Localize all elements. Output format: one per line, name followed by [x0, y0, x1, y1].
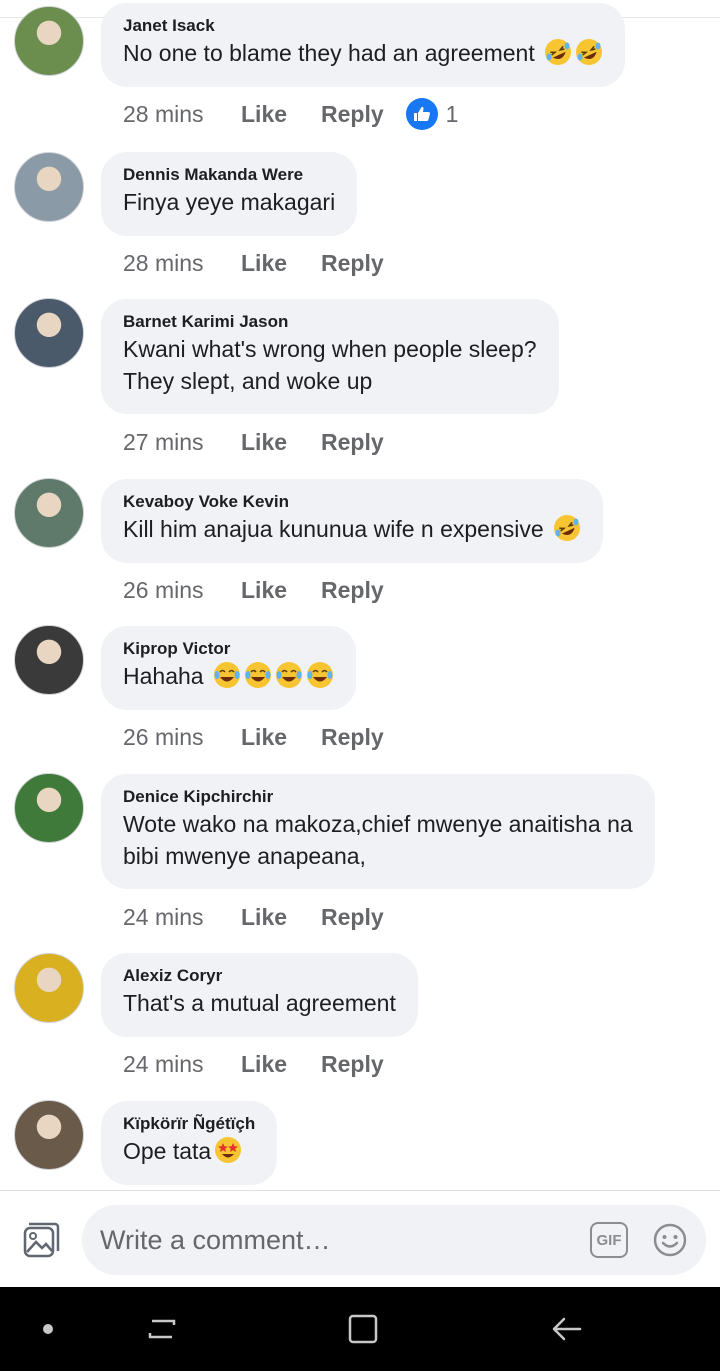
avatar[interactable]	[14, 1100, 84, 1170]
comment-composer: GIF	[0, 1190, 720, 1287]
comment-text-line: They slept, and woke up	[123, 368, 373, 394]
comment-author[interactable]: Janet Isack	[123, 15, 603, 37]
comment-text-line: Wote wako na makoza,chief mwenye anaitis…	[123, 811, 633, 837]
comment-actions: 24 mins Like Reply	[123, 1049, 418, 1079]
joy-emoji-icon	[213, 661, 241, 689]
rofl-emoji-icon	[575, 38, 603, 66]
comment-bubble[interactable]: Kïpkörïr Ñgétïçh Ope tata	[101, 1101, 278, 1185]
avatar[interactable]	[14, 953, 84, 1023]
comment-text: Finya yeye makagari	[123, 186, 335, 218]
rofl-emoji-icon	[553, 514, 581, 542]
avatar[interactable]	[14, 298, 84, 368]
comment-actions: 26 mins Like Reply	[123, 722, 418, 752]
comment-timestamp[interactable]: 26 mins	[123, 577, 241, 604]
like-button[interactable]: Like	[241, 904, 287, 931]
reply-button[interactable]: Reply	[321, 724, 384, 751]
like-button[interactable]: Like	[241, 429, 287, 456]
comment-author[interactable]: Kïpkörïr Ñgétïçh	[123, 1113, 255, 1135]
reply-button[interactable]: Reply	[321, 904, 384, 931]
star-struck-emoji-icon	[214, 1136, 242, 1164]
comment-text: Wote wako na makoza,chief mwenye anaitis…	[123, 808, 633, 840]
thumbs-up-icon	[405, 98, 438, 130]
comment-author[interactable]: Kiprop Victor	[123, 638, 334, 660]
comment-timestamp[interactable]: 28 mins	[123, 250, 241, 277]
reply-button[interactable]: Reply	[321, 1051, 384, 1078]
comment-text-line: bibi mwenye anapeana,	[123, 843, 366, 869]
comment-author[interactable]: Barnet Karimi Jason	[123, 311, 537, 333]
comment-bubble[interactable]: Dennis Makanda Were Finya yeye makagari	[101, 152, 358, 236]
joy-emoji-icon	[275, 661, 303, 689]
comment-text: Kill him anajua kununua wife n expensive	[123, 513, 581, 545]
recent-apps-icon[interactable]	[144, 1311, 180, 1347]
comment-text: Hahaha	[123, 660, 334, 692]
like-button[interactable]: Like	[241, 1051, 287, 1078]
comment-text-line: Kill him anajua kununua wife n expensive	[123, 516, 544, 542]
comment-actions: 28 mins Like Reply	[123, 248, 418, 278]
comment-text: bibi mwenye anapeana,	[123, 840, 633, 872]
comment-bubble[interactable]: Barnet Karimi Jason Kwani what's wrong wh…	[101, 299, 559, 414]
comment-author[interactable]: Denice Kipchirchir	[123, 786, 633, 808]
home-icon[interactable]	[345, 1311, 381, 1347]
comment-text-line: Finya yeye makagari	[123, 189, 336, 215]
comment-actions: 27 mins Like Reply	[123, 427, 418, 457]
comment-bubble[interactable]: Denice Kipchirchir Wote wako na makoza,ch…	[101, 774, 655, 889]
comment-bubble[interactable]: Alexiz Coryr That's a mutual agreement	[101, 953, 418, 1037]
comment-actions: 24 mins Like Reply	[123, 902, 418, 932]
reply-button[interactable]: Reply	[321, 429, 384, 456]
dot-icon[interactable]	[30, 1311, 66, 1347]
like-button[interactable]: Like	[241, 101, 287, 128]
like-button[interactable]: Like	[241, 250, 287, 277]
comment-text: That's a mutual agreement	[123, 987, 396, 1019]
avatar[interactable]	[14, 478, 84, 548]
reaction-summary[interactable]: 1	[405, 98, 459, 130]
comment-actions: 28 mins Like Reply 1	[123, 98, 459, 130]
comment-input[interactable]	[100, 1205, 580, 1275]
comment-bubble[interactable]: Janet Isack No one to blame they had an a…	[101, 3, 626, 87]
comment-input-container: GIF	[82, 1205, 706, 1275]
comment-text-line: That's a mutual agreement	[123, 990, 396, 1016]
comment-bubble[interactable]: Kiprop Victor Hahaha	[101, 626, 356, 710]
comment-timestamp[interactable]: 27 mins	[123, 429, 241, 456]
comment-author[interactable]: Kevaboy Voke Kevin	[123, 491, 581, 513]
like-button[interactable]: Like	[241, 577, 287, 604]
joy-emoji-icon	[244, 661, 272, 689]
comment-author[interactable]: Alexiz Coryr	[123, 965, 396, 987]
comment-actions: 26 mins Like Reply	[123, 575, 418, 605]
reaction-count: 1	[445, 100, 459, 127]
gif-button[interactable]: GIF	[590, 1222, 628, 1258]
comment-text: Kwani what's wrong when people sleep?	[123, 333, 537, 365]
comment-text: No one to blame they had an agreement	[123, 37, 603, 69]
comment-bubble[interactable]: Kevaboy Voke Kevin Kill him anajua kununu…	[101, 479, 604, 563]
reply-button[interactable]: Reply	[321, 101, 384, 128]
avatar[interactable]	[14, 152, 84, 222]
comment-text: Ope tata	[123, 1135, 255, 1167]
like-button[interactable]: Like	[241, 724, 287, 751]
rofl-emoji-icon	[544, 38, 572, 66]
avatar[interactable]	[14, 6, 84, 76]
reply-button[interactable]: Reply	[321, 250, 384, 277]
comment-text-line: No one to blame they had an agreement	[123, 40, 535, 66]
comment-text-line: Kwani what's wrong when people sleep?	[123, 336, 537, 362]
system-navigation-bar	[0, 1287, 720, 1371]
comment-timestamp[interactable]: 26 mins	[123, 724, 241, 751]
photo-icon[interactable]	[20, 1221, 60, 1261]
joy-emoji-icon	[306, 661, 334, 689]
comment-timestamp[interactable]: 24 mins	[123, 904, 241, 931]
comment-timestamp[interactable]: 24 mins	[123, 1051, 241, 1078]
comment-author[interactable]: Dennis Makanda Were	[123, 164, 335, 186]
back-icon[interactable]	[548, 1311, 584, 1347]
reply-button[interactable]: Reply	[321, 577, 384, 604]
avatar[interactable]	[14, 773, 84, 843]
comment-timestamp[interactable]: 28 mins	[123, 101, 241, 128]
avatar[interactable]	[14, 625, 84, 695]
comment-text: They slept, and woke up	[123, 365, 537, 397]
smiley-icon[interactable]	[652, 1222, 688, 1258]
comment-text-line: Hahaha	[123, 663, 204, 689]
comment-text-line: Ope tata	[123, 1138, 212, 1164]
comments-feed: Janet Isack No one to blame they had an a…	[0, 0, 720, 1190]
